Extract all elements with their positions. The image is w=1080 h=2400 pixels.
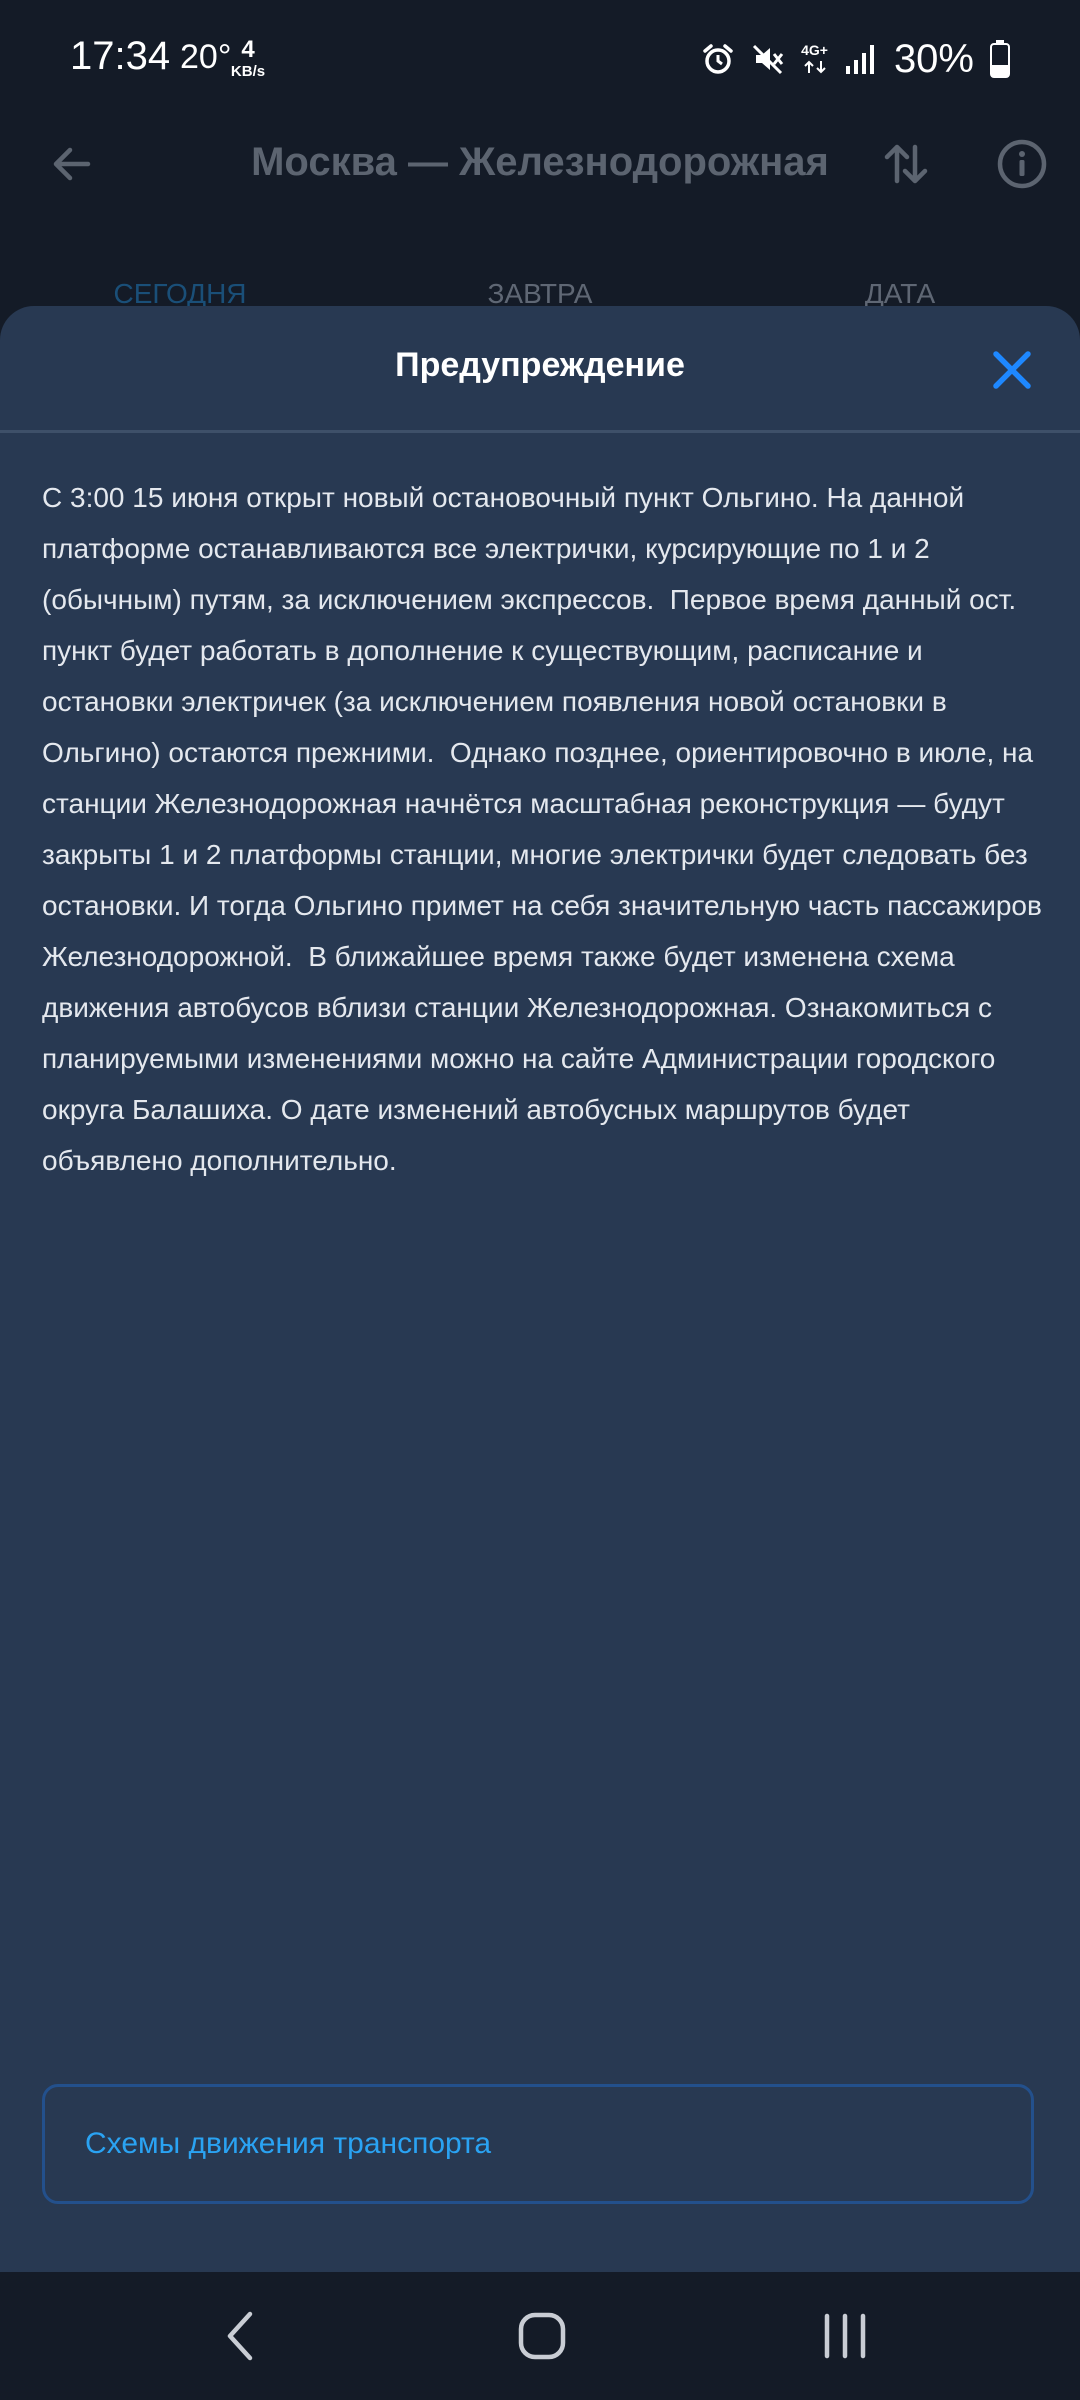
status-icons: 4G+ 30% <box>701 34 1010 84</box>
status-data-speed: 4 KB/s <box>226 36 270 80</box>
warning-sheet: Предупреждение С 3:00 15 июня открыт нов… <box>0 306 1080 2272</box>
status-bar: 17:34 20° 4 KB/s 4G+ 30% <box>0 0 1080 120</box>
nav-recents-button[interactable] <box>795 2294 895 2378</box>
alarm-icon <box>701 42 735 76</box>
info-button[interactable] <box>982 124 1062 204</box>
nav-back-button[interactable] <box>190 2294 290 2378</box>
nav-home-button[interactable] <box>492 2294 592 2378</box>
signal-icon <box>844 42 878 76</box>
transport-schemes-button[interactable]: Схемы движения транспорта <box>42 2084 1034 2204</box>
battery-icon <box>990 40 1010 78</box>
network-type-label: 4G+ <box>801 42 828 58</box>
info-icon <box>997 139 1047 189</box>
back-button[interactable] <box>32 124 112 204</box>
sheet-title: Предупреждение <box>395 346 685 384</box>
swap-vertical-icon <box>884 144 928 184</box>
system-nav-bar <box>0 2272 1080 2400</box>
arrow-left-icon <box>53 147 91 181</box>
status-temperature: 20° <box>180 38 232 76</box>
chevron-left-icon <box>227 2311 253 2361</box>
sheet-header: Предупреждение <box>0 306 1080 433</box>
screen: 17:34 20° 4 KB/s 4G+ 30% Москва — Железн… <box>0 0 1080 2400</box>
home-icon <box>518 2312 566 2360</box>
close-icon <box>993 351 1031 389</box>
data-speed-value: 4 <box>241 36 255 63</box>
app-bar: Москва — Железнодорожная <box>0 120 1080 210</box>
warning-message: С 3:00 15 июня открыт новый остановочный… <box>42 482 1050 1176</box>
recents-icon <box>824 2313 866 2359</box>
status-time: 17:34 <box>70 34 171 78</box>
swap-direction-button[interactable] <box>866 124 946 204</box>
page-title: Москва — Железнодорожная <box>251 140 829 184</box>
network-type-icon: 4G+ <box>801 43 828 75</box>
data-speed-unit: KB/s <box>230 63 266 80</box>
mute-icon <box>751 42 785 76</box>
close-button[interactable] <box>974 332 1050 408</box>
battery-percent: 30% <box>893 36 974 81</box>
